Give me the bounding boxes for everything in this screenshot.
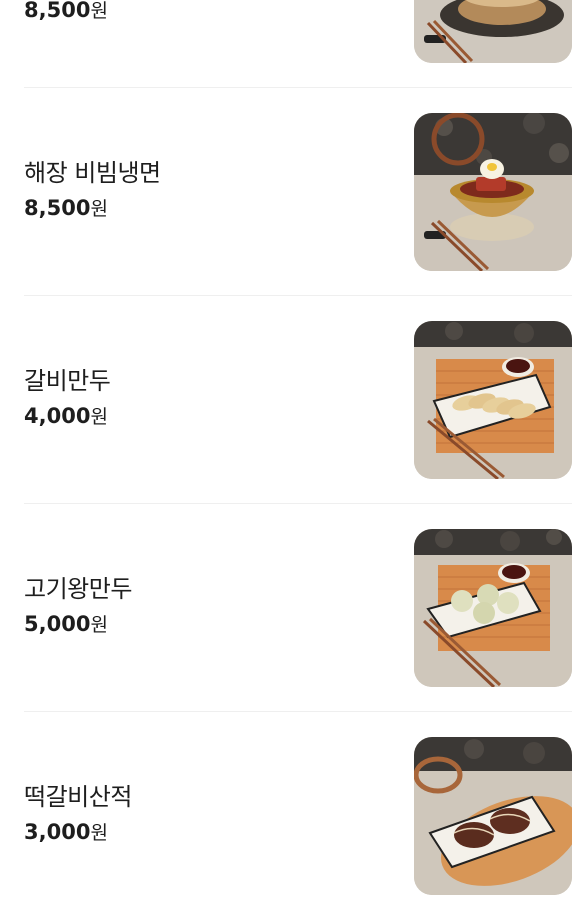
menu-item-photo[interactable] (414, 737, 572, 895)
menu-item-name: 떡갈비산적 (24, 783, 132, 811)
bowl-photo (414, 0, 572, 63)
wang-mandu-photo (414, 529, 572, 687)
menu-item-text: 고기왕만두 5,000원 (24, 574, 132, 640)
menu-item-text: 갈비만두 4,000원 (24, 366, 111, 432)
menu-item-name: 갈비만두 (24, 367, 111, 395)
menu-item-price: 4,000원 (24, 404, 108, 428)
menu-item-photo[interactable] (414, 113, 572, 271)
menu-item-price: 5,000원 (24, 612, 108, 636)
menu-item-text: 8,500원 (24, 0, 108, 26)
menu-item-text: 해장 비빔냉면 8,500원 (24, 158, 161, 224)
menu-item[interactable]: 해장 비빔냉면 8,500원 (24, 88, 572, 296)
menu-item-price: 3,000원 (24, 820, 108, 844)
menu-item-photo[interactable] (414, 0, 572, 63)
menu-item-text: 떡갈비산적 3,000원 (24, 782, 132, 848)
menu-item-previous[interactable]: 8,500원 (24, 0, 572, 88)
menu-item-photo[interactable] (414, 529, 572, 687)
menu-item-name: 고기왕만두 (24, 575, 132, 603)
tteokgalbi-photo (414, 737, 572, 895)
menu-item-photo[interactable] (414, 321, 572, 479)
menu-item-name: 해장 비빔냉면 (24, 159, 161, 187)
menu-item[interactable]: 갈비만두 4,000원 (24, 296, 572, 504)
menu-item-price: 8,500원 (24, 0, 108, 22)
menu-item-price: 8,500원 (24, 196, 108, 220)
galbi-mandu-photo (414, 321, 572, 479)
menu-list: 8,500원 해장 비빔냉면 8,500원 갈비만두 4,000원 고기왕만두 … (0, 0, 580, 913)
menu-item[interactable]: 고기왕만두 5,000원 (24, 504, 572, 712)
menu-item[interactable]: 떡갈비산적 3,000원 (24, 712, 572, 913)
naengmyeon-photo (414, 113, 572, 271)
